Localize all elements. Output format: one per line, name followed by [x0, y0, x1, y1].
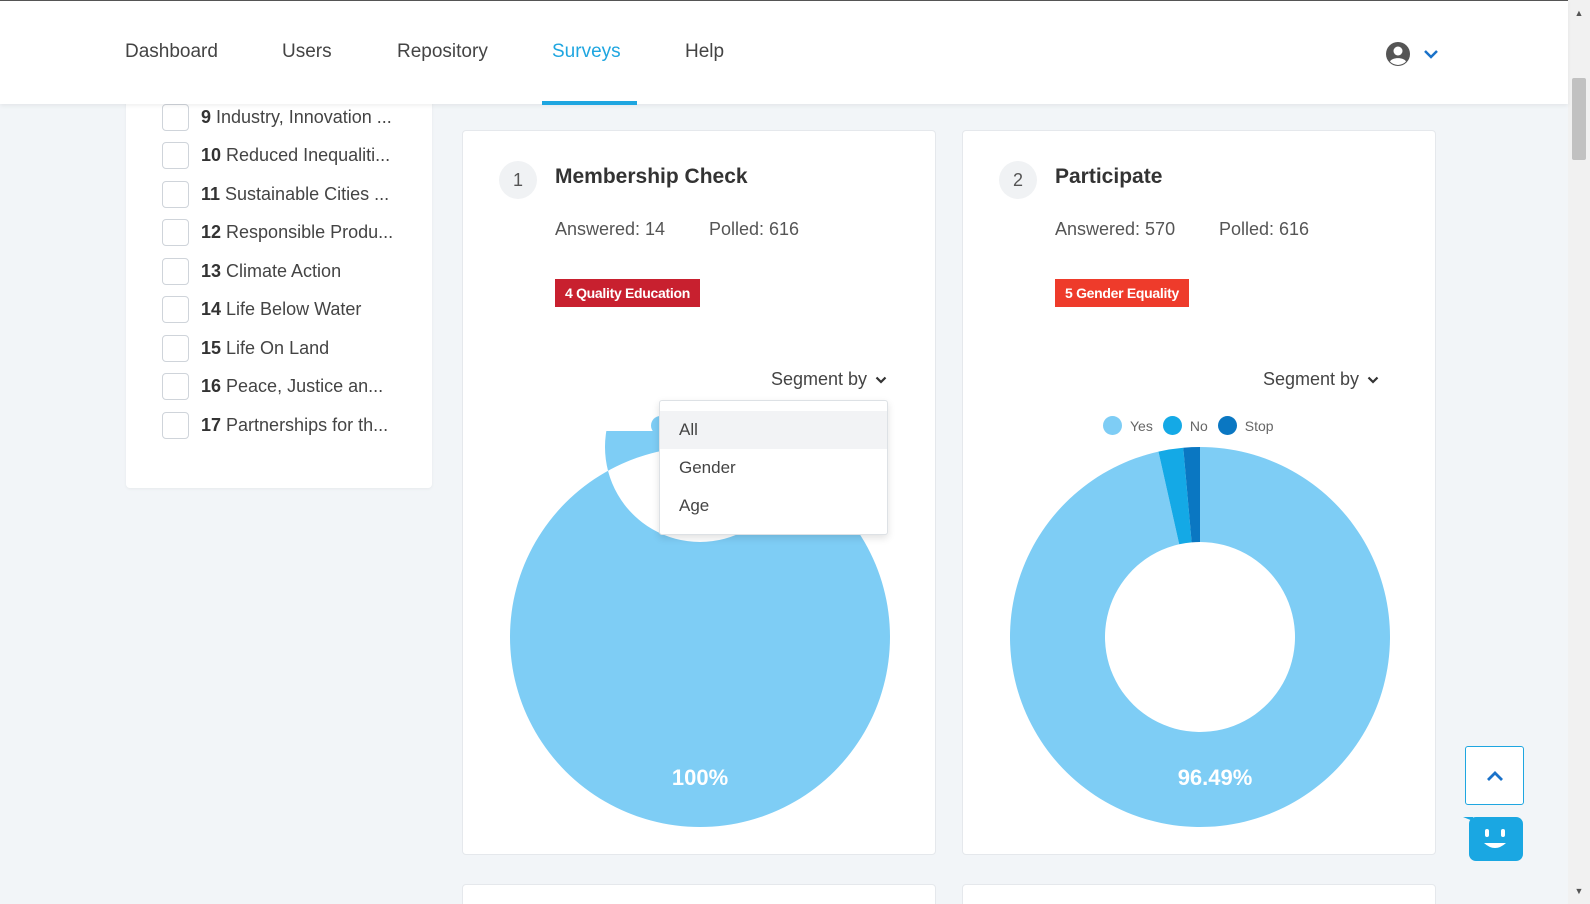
- filter-number: 9: [201, 106, 212, 127]
- survey-card-next-row: [462, 884, 936, 904]
- filter-label: 16 Peace, Justice an...: [201, 376, 383, 397]
- filter-text: Reduced Inequaliti...: [226, 144, 391, 165]
- filter-checkbox[interactable]: [162, 372, 189, 400]
- polled-count: Polled: 616: [709, 219, 800, 239]
- account-menu[interactable]: [1385, 39, 1455, 69]
- filter-number: 12: [201, 221, 222, 242]
- chat-bot-icon: [1463, 817, 1523, 861]
- filter-checkbox[interactable]: [162, 295, 189, 323]
- segment-by-label: Segment by: [1263, 369, 1360, 389]
- filter-label: 10 Reduced Inequaliti...: [201, 145, 390, 166]
- survey-title: Membership Check: [555, 165, 748, 188]
- chevron-down-icon: [1424, 50, 1438, 59]
- survey-title: Participate: [1055, 165, 1163, 188]
- filter-text: Sustainable Cities ...: [225, 183, 390, 204]
- filter-label: 14 Life Below Water: [201, 299, 361, 320]
- filter-number: 11: [201, 183, 221, 204]
- filter-label: 11 Sustainable Cities ...: [201, 184, 389, 205]
- filter-item[interactable]: 9 Industry, Innovation ...: [162, 103, 392, 131]
- filter-item[interactable]: 12 Responsible Produ...: [162, 218, 393, 246]
- filter-item[interactable]: 14 Life Below Water: [162, 295, 361, 323]
- filter-text: Responsible Produ...: [226, 221, 394, 242]
- nav-item-dashboard[interactable]: Dashboard: [125, 41, 218, 63]
- filter-label: 13 Climate Action: [201, 261, 341, 282]
- filter-item[interactable]: 16 Peace, Justice an...: [162, 372, 383, 400]
- chevron-down-icon: [875, 376, 887, 384]
- filter-item[interactable]: 10 Reduced Inequaliti...: [162, 141, 390, 169]
- goal-tag: 4 Quality Education: [555, 279, 700, 307]
- filter-text: Partnerships for th...: [226, 414, 389, 435]
- filter-label: 15 Life On Land: [201, 338, 329, 359]
- survey-number-badge: 1: [499, 161, 537, 199]
- segment-by-dropdown[interactable]: Segment by: [1263, 369, 1379, 390]
- polled-count: Polled: 616: [1219, 219, 1310, 239]
- answered-count: Answered: 570: [1055, 219, 1176, 239]
- survey-card-next-row: [962, 884, 1436, 904]
- filter-label: 9 Industry, Innovation ...: [201, 107, 392, 128]
- chevron-down-icon: [1367, 376, 1379, 384]
- filter-item[interactable]: 17 Partnerships for th...: [162, 411, 388, 439]
- active-tab-indicator: [542, 101, 637, 105]
- nav-item-surveys[interactable]: Surveys: [552, 41, 621, 63]
- scroll-up-arrow[interactable]: ▲: [1572, 6, 1586, 20]
- back-to-top-button[interactable]: [1465, 746, 1524, 805]
- filter-checkbox[interactable]: [162, 180, 189, 208]
- filter-checkbox[interactable]: [162, 257, 189, 285]
- filter-label: 12 Responsible Produ...: [201, 222, 393, 243]
- nav-item-users[interactable]: Users: [282, 41, 332, 63]
- filter-number: 14: [201, 298, 222, 319]
- top-navigation: Dashboard Users Repository Surveys Help: [0, 0, 1568, 105]
- scroll-thumb[interactable]: [1572, 78, 1586, 160]
- chat-bot-button[interactable]: [1463, 815, 1525, 863]
- donut-chart: 96.49%: [1010, 447, 1390, 827]
- answered-count: Answered: 14: [555, 219, 666, 239]
- user-circle-icon: [1386, 42, 1410, 66]
- nav-item-help[interactable]: Help: [685, 41, 724, 63]
- filter-item[interactable]: 15 Life On Land: [162, 334, 329, 362]
- filter-number: 10: [201, 144, 222, 165]
- filter-item[interactable]: 13 Climate Action: [162, 257, 341, 285]
- filter-number: 13: [201, 260, 222, 281]
- filter-checkbox[interactable]: [162, 103, 189, 131]
- filter-text: Industry, Innovation ...: [216, 106, 392, 127]
- survey-number-badge: 2: [999, 161, 1037, 199]
- filter-item[interactable]: 11 Sustainable Cities ...: [162, 180, 389, 208]
- segment-option-all[interactable]: All: [660, 411, 887, 449]
- filter-number: 16: [201, 375, 222, 396]
- filter-text: Climate Action: [226, 260, 342, 281]
- filter-label: 17 Partnerships for th...: [201, 415, 388, 436]
- filter-text: Life Below Water: [226, 298, 362, 319]
- filter-checkbox[interactable]: [162, 141, 189, 169]
- donut-data-label: 100%: [672, 765, 728, 790]
- goal-filter-panel: 9 Industry, Innovation ... 10 Reduced Ineq…: [126, 80, 432, 488]
- filter-checkbox[interactable]: [162, 411, 189, 439]
- filter-number: 15: [201, 337, 222, 358]
- filter-checkbox[interactable]: [162, 334, 189, 362]
- survey-card-participate: 2 Participate Answered: 570 Polled: 616 …: [962, 130, 1436, 855]
- filter-text: Peace, Justice an...: [226, 375, 384, 396]
- scroll-down-arrow[interactable]: ▼: [1572, 884, 1586, 898]
- page-scrollbar[interactable]: ▲ ▼: [1568, 0, 1590, 904]
- filter-checkbox[interactable]: [162, 218, 189, 246]
- filter-number: 17: [201, 414, 222, 435]
- segment-by-dropdown[interactable]: Segment by: [771, 369, 887, 390]
- segment-by-menu: All Gender Age: [659, 400, 888, 535]
- donut-data-label: 96.49%: [1178, 765, 1253, 790]
- filter-text: Life On Land: [226, 337, 330, 358]
- segment-option-age[interactable]: Age: [660, 487, 887, 525]
- goal-tag: 5 Gender Equality: [1055, 279, 1189, 307]
- segment-by-label: Segment by: [771, 369, 868, 389]
- chevron-up-icon: [1486, 770, 1503, 781]
- segment-option-gender[interactable]: Gender: [660, 449, 887, 487]
- nav-item-repository[interactable]: Repository: [397, 41, 488, 63]
